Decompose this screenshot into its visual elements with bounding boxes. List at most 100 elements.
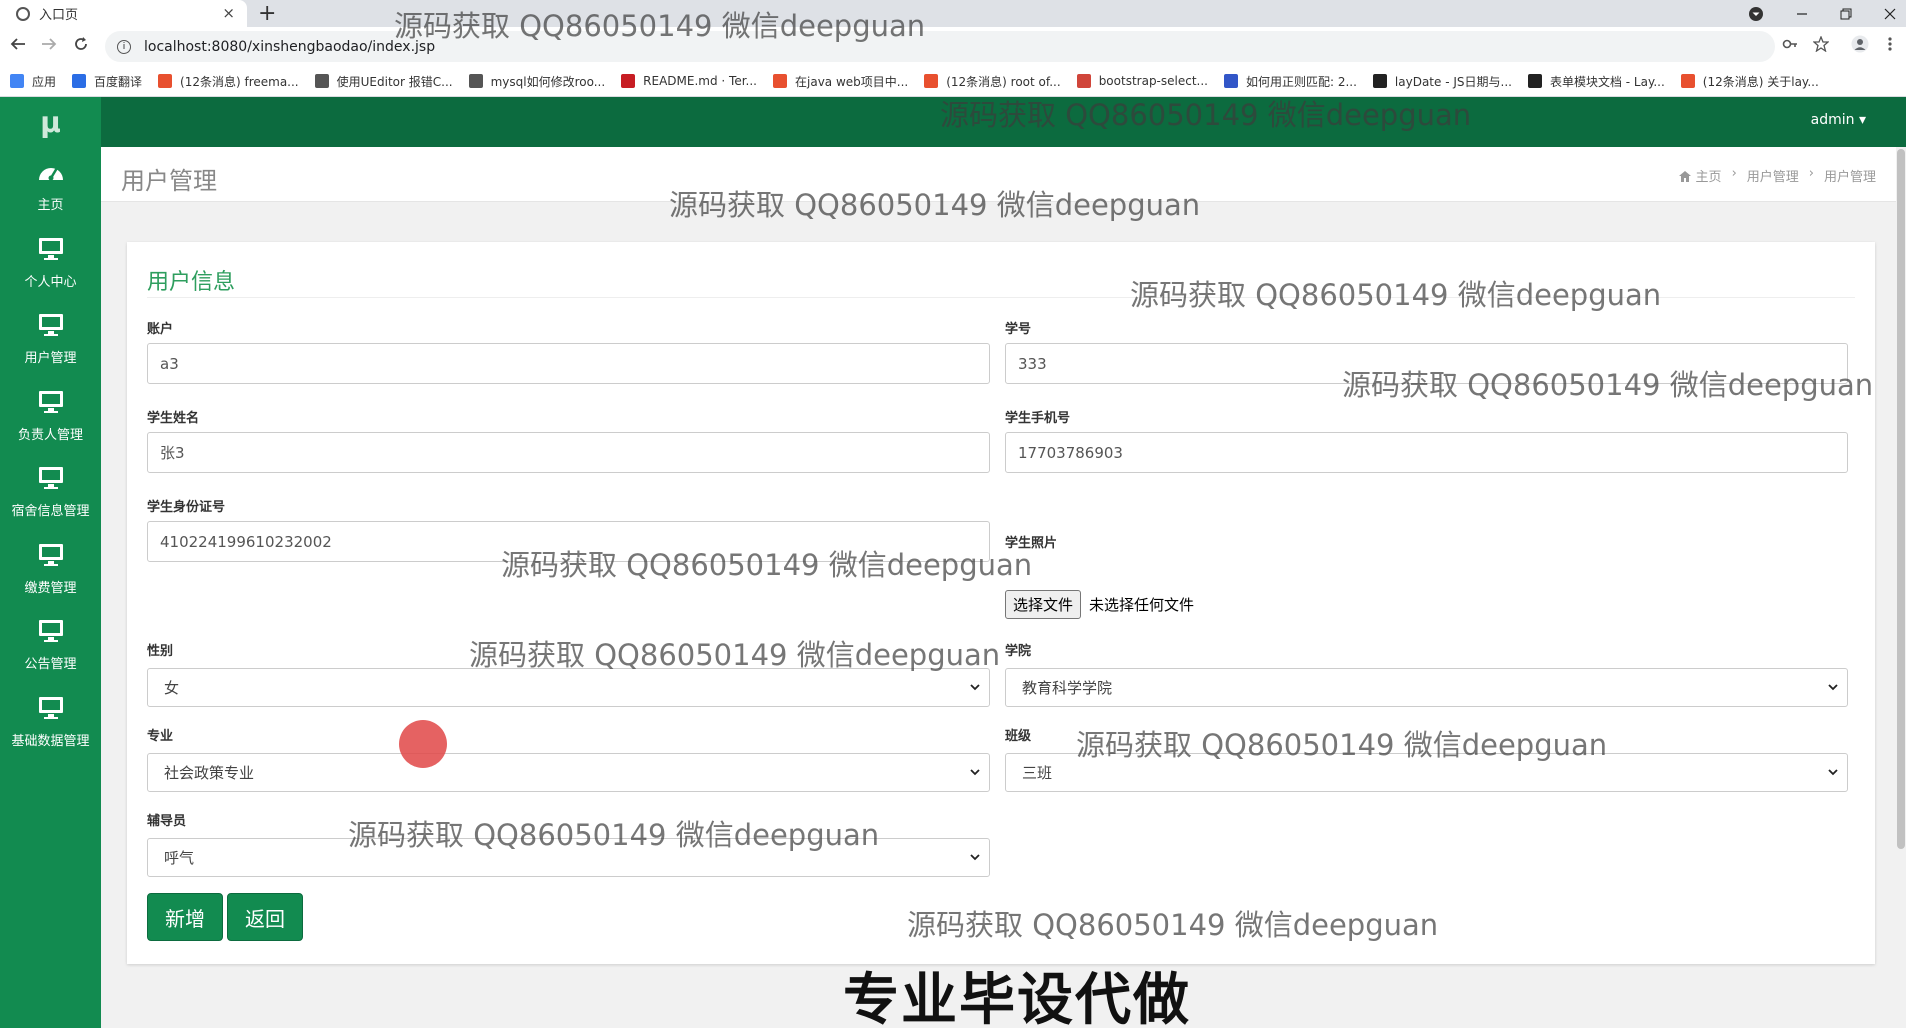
breadcrumb: 主页 › 用户管理 › 用户管理 bbox=[1679, 166, 1876, 185]
bookmark-favicon-icon bbox=[1076, 74, 1091, 88]
bookmarks-bar: 应用 百度翻译 (12条消息) freema... 使用UEditor 报错C... m… bbox=[0, 66, 1906, 97]
forward-icon[interactable] bbox=[41, 35, 57, 57]
sidebar-item[interactable]: 用户管理 bbox=[0, 305, 101, 379]
choose-file-button[interactable]: 选择文件 bbox=[1005, 590, 1082, 619]
student-no-label: 学号 bbox=[1005, 322, 1032, 337]
site-info-icon[interactable]: i bbox=[117, 39, 131, 54]
photo-label: 学生照片 bbox=[1005, 536, 1058, 551]
major-select[interactable]: 社会政策专业 bbox=[147, 753, 990, 792]
monitor-icon bbox=[0, 313, 101, 341]
bookmark-item[interactable]: layDate - JS日期与... bbox=[1372, 73, 1512, 90]
name-label: 学生姓名 bbox=[147, 411, 200, 426]
bookmark-item[interactable]: 使用UEditor 报错C... bbox=[314, 73, 453, 90]
close-icon[interactable]: × bbox=[222, 4, 235, 22]
menu-dots-icon[interactable] bbox=[1888, 35, 1892, 57]
counselor-selected: 呼气 bbox=[164, 849, 195, 867]
bookmark-apps[interactable]: 应用 bbox=[10, 73, 56, 90]
sidebar-item-label: 缴费管理 bbox=[24, 580, 77, 596]
bookmark-item[interactable]: 在java web项目中... bbox=[773, 73, 908, 90]
user-menu[interactable]: admin ▾ bbox=[1811, 112, 1866, 128]
monitor-icon bbox=[0, 390, 101, 418]
scrollbar-thumb[interactable] bbox=[1897, 149, 1905, 849]
phone-label: 学生手机号 bbox=[1005, 411, 1071, 426]
key-icon[interactable] bbox=[1782, 35, 1798, 57]
browser-tab[interactable]: 入口页 × bbox=[0, 0, 247, 27]
sidebar-item[interactable]: 主页 bbox=[0, 152, 101, 226]
breadcrumb-section[interactable]: 用户管理 bbox=[1747, 166, 1799, 185]
account-field[interactable]: a3 bbox=[147, 343, 990, 384]
bookmark-item[interactable]: (12条消息) 关于lay... bbox=[1680, 73, 1819, 90]
idcard-field[interactable]: 410224199610232002 bbox=[147, 521, 990, 562]
account-label: 账户 bbox=[147, 322, 174, 337]
back-button[interactable]: 返回 bbox=[227, 893, 303, 941]
college-select[interactable]: 教育科学学院 bbox=[1005, 668, 1848, 707]
bookmark-favicon-icon bbox=[72, 74, 87, 88]
bookmark-label: 百度翻译 bbox=[94, 74, 143, 89]
monitor-icon bbox=[0, 237, 101, 265]
sidebar-item[interactable]: 宿舍信息管理 bbox=[0, 458, 101, 532]
gender-select[interactable]: 女 bbox=[147, 668, 990, 707]
globe-icon bbox=[16, 6, 30, 21]
account-icon[interactable] bbox=[1851, 35, 1869, 58]
sidebar-item-label: 主页 bbox=[37, 198, 64, 213]
sidebar: μ 主页个人中心用户管理 负责人管理 宿舍信息管理缴费管理公告管理基础数据管理 bbox=[0, 97, 101, 1028]
breadcrumb-home[interactable]: 主页 bbox=[1696, 170, 1722, 185]
restore-icon[interactable] bbox=[1840, 0, 1852, 27]
bookmark-label: (12条消息) root of... bbox=[946, 74, 1061, 89]
bookmark-item[interactable]: mysql如何修改roo... bbox=[468, 73, 605, 90]
breadcrumb-separator: › bbox=[1731, 166, 1737, 181]
bookmark-item[interactable]: 百度翻译 bbox=[72, 73, 142, 90]
url-text: localhost:8080/xinshengbaodao/index.jsp bbox=[144, 38, 436, 55]
profile-dropdown-icon[interactable] bbox=[1748, 0, 1764, 27]
breadcrumb-separator: › bbox=[1808, 166, 1814, 181]
apps-grid-icon bbox=[10, 74, 24, 88]
sidebar-item[interactable]: 个人中心 bbox=[0, 229, 101, 303]
sidebar-item[interactable]: 缴费管理 bbox=[0, 535, 101, 609]
major-selected: 社会政策专业 bbox=[164, 764, 255, 782]
page-scrollbar[interactable] bbox=[1896, 147, 1906, 1028]
tab-title: 入口页 bbox=[39, 8, 79, 23]
window-close-icon[interactable] bbox=[1884, 0, 1896, 27]
back-icon[interactable] bbox=[10, 35, 26, 57]
click-indicator bbox=[399, 720, 447, 768]
app-logo[interactable]: μ bbox=[0, 97, 101, 147]
minimize-icon[interactable] bbox=[1796, 0, 1808, 27]
bookmark-label: (12条消息) freema... bbox=[180, 74, 299, 89]
new-tab-button[interactable]: + bbox=[258, 1, 276, 26]
bookmark-label: 应用 bbox=[32, 74, 57, 89]
counselor-label: 辅导员 bbox=[147, 814, 187, 829]
sidebar-item-label: 个人中心 bbox=[24, 274, 77, 290]
content-area: 用户信息 账户 a3 学号 333 学生姓名 张3 学生手机号 17703786… bbox=[101, 202, 1896, 1028]
bookmark-label: layDate - JS日期与... bbox=[1394, 74, 1512, 89]
monitor-icon bbox=[0, 619, 101, 647]
bookmark-favicon-icon bbox=[1527, 74, 1542, 88]
counselor-select[interactable]: 呼气 bbox=[147, 838, 990, 877]
chevron-down-icon bbox=[969, 847, 981, 871]
sidebar-item[interactable]: 公告管理 bbox=[0, 611, 101, 685]
star-icon[interactable] bbox=[1812, 35, 1830, 57]
sidebar-item[interactable]: 负责人管理 bbox=[0, 382, 101, 456]
phone-field[interactable]: 17703786903 bbox=[1005, 432, 1848, 473]
gender-selected: 女 bbox=[164, 679, 180, 697]
bookmark-item[interactable]: 表单模块文档 - Lay... bbox=[1527, 73, 1665, 90]
bookmark-item[interactable]: bootstrap-select... bbox=[1076, 74, 1208, 88]
dashboard-icon bbox=[0, 160, 101, 188]
idcard-label: 学生身份证号 bbox=[147, 500, 226, 515]
bookmark-item[interactable]: README.md · Ter... bbox=[621, 74, 757, 88]
add-button[interactable]: 新增 bbox=[147, 893, 223, 941]
url-input[interactable]: i localhost:8080/xinshengbaodao/index.js… bbox=[105, 31, 1775, 62]
bookmark-item[interactable]: 如何用正则匹配: 2... bbox=[1223, 73, 1357, 90]
name-field[interactable]: 张3 bbox=[147, 432, 990, 473]
sidebar-item-label: 基础数据管理 bbox=[11, 733, 90, 749]
reload-icon[interactable] bbox=[73, 35, 89, 57]
bookmark-favicon-icon bbox=[468, 74, 483, 88]
class-select[interactable]: 三班 bbox=[1005, 753, 1848, 792]
gender-label: 性别 bbox=[147, 644, 174, 659]
major-label: 专业 bbox=[147, 729, 174, 744]
bookmark-item[interactable]: (12条消息) freema... bbox=[158, 73, 299, 90]
student-no-field[interactable]: 333 bbox=[1005, 343, 1848, 384]
bookmark-item[interactable]: (12条消息) root of... bbox=[924, 73, 1061, 90]
sidebar-item[interactable]: 基础数据管理 bbox=[0, 688, 101, 762]
page-header: 用户管理 主页 › 用户管理 › 用户管理 bbox=[101, 147, 1896, 202]
chevron-down-icon bbox=[1827, 762, 1839, 786]
